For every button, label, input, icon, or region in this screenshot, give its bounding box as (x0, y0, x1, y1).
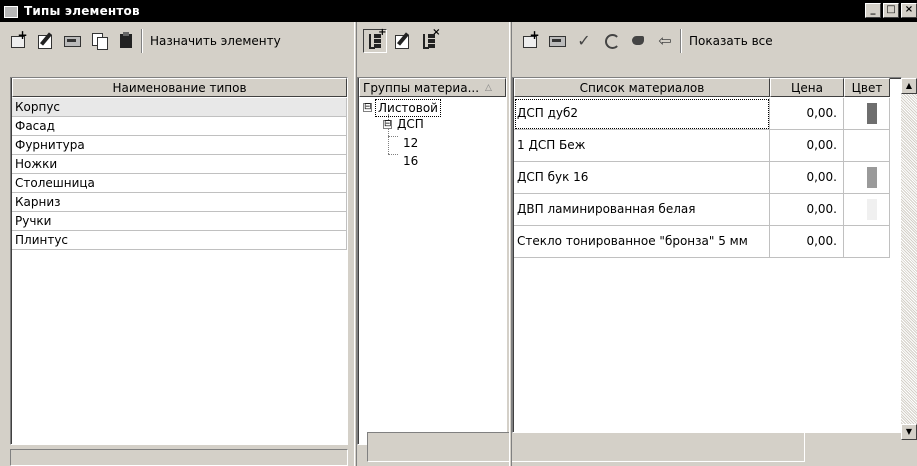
delete-tree-node-icon: × (421, 27, 441, 49)
type-row[interactable]: Плинтус (12, 231, 347, 250)
delete-icon (548, 32, 566, 49)
type-row[interactable]: Корпус (12, 98, 347, 117)
tree-node-16[interactable]: 16 (403, 153, 418, 169)
add-icon (522, 28, 540, 49)
scroll-down-button[interactable]: ▼ (901, 424, 917, 440)
tree-connector (388, 154, 398, 155)
types-status-bar (10, 449, 348, 466)
tree-node-dsp[interactable]: ДСП (395, 116, 426, 132)
material-color-cell[interactable] (844, 162, 890, 194)
material-price-cell[interactable]: 0,00. (770, 194, 844, 226)
tree-node-listovoy[interactable]: Листовой (375, 99, 441, 117)
materials-scrollbar[interactable]: ▲ ▼ (901, 78, 917, 440)
add-type-button[interactable] (6, 28, 30, 53)
copy-icon (91, 32, 108, 50)
types-pane: Назначить элементу Наименование типов Ко… (0, 22, 354, 466)
material-name-cell[interactable]: 1 ДСП Беж (514, 130, 770, 162)
tree-connector (388, 136, 398, 137)
material-name-cell[interactable]: ДСП дуб2 (514, 98, 770, 130)
groups-pane: + × Группы материа... △ ⊟ Листовой ⊟ ДСП… (357, 22, 805, 466)
paste-button[interactable] (114, 29, 138, 53)
materials-toolbar: ✓ ⇦ Показать все (514, 24, 781, 57)
type-row[interactable]: Фурнитура (12, 136, 347, 155)
type-row[interactable]: Фасад (12, 117, 347, 136)
types-column-header[interactable]: Наименование типов (12, 78, 347, 97)
collapse-icon[interactable]: ⊟ (363, 103, 372, 112)
type-row[interactable]: Ручки (12, 212, 347, 231)
hand-icon (630, 32, 647, 49)
close-button[interactable]: × (901, 3, 917, 18)
paste-icon (118, 32, 135, 49)
color-swatch (867, 103, 877, 124)
apply-button[interactable]: ✓ (572, 29, 596, 53)
type-row[interactable]: Столешница (12, 174, 347, 193)
types-list[interactable]: Наименование типов Корпус Фасад Фурнитура Н… (10, 77, 348, 445)
edit-group-button[interactable] (390, 29, 414, 53)
add-icon (10, 28, 28, 49)
material-color-cell[interactable] (844, 226, 890, 258)
material-name-cell[interactable]: Стекло тонированное "бронза" 5 мм (514, 226, 770, 258)
groups-column-label: Группы материа... (363, 80, 480, 95)
groups-tree[interactable]: Группы материа... △ ⊟ Листовой ⊟ ДСП 12 … (357, 77, 507, 445)
groups-column-header[interactable]: Группы материа... △ (359, 78, 506, 97)
delete-material-button[interactable] (545, 29, 569, 53)
arrow-left-icon: ⇦ (658, 31, 672, 50)
edit-icon (37, 32, 54, 49)
material-color-cell[interactable] (844, 98, 890, 130)
color-swatch (867, 167, 877, 188)
move-button[interactable] (626, 29, 650, 53)
edit-icon (394, 32, 411, 49)
scroll-up-button[interactable]: ▲ (901, 78, 917, 94)
delete-type-button[interactable] (60, 29, 84, 53)
show-all-button[interactable]: Показать все (680, 28, 781, 53)
material-color-cell[interactable] (844, 130, 890, 162)
add-tree-node-icon: + (367, 27, 387, 49)
types-toolbar: Назначить элементу (2, 24, 289, 57)
refresh-button[interactable] (599, 29, 623, 53)
add-material-button[interactable] (518, 28, 542, 53)
type-row[interactable]: Ножки (12, 155, 347, 174)
tree-node-12[interactable]: 12 (403, 135, 418, 151)
check-icon: ✓ (577, 31, 591, 50)
title-bar: Типы элементов _ □ × (0, 0, 917, 22)
type-row[interactable]: Карниз (12, 193, 347, 212)
assign-to-element-button[interactable]: Назначить элементу (141, 28, 289, 53)
collapse-icon[interactable]: ⊟ (383, 120, 392, 129)
material-price-cell[interactable]: 0,00. (770, 98, 844, 130)
groups-toolbar: + × (359, 24, 444, 57)
price-column-header[interactable]: Цена (770, 78, 844, 97)
materials-table[interactable]: Список материалов Цена Цвет ДСП дуб2 0,00… (512, 77, 902, 433)
maximize-button[interactable]: □ (883, 3, 899, 18)
sort-ascending-icon: △ (485, 82, 492, 93)
material-price-cell[interactable]: 0,00. (770, 130, 844, 162)
material-name-column-header[interactable]: Список материалов (514, 78, 770, 97)
material-price-cell[interactable]: 0,00. (770, 162, 844, 194)
material-price-cell[interactable]: 0,00. (770, 226, 844, 258)
edit-type-button[interactable] (33, 29, 57, 53)
delete-icon (63, 32, 81, 49)
refresh-icon (603, 32, 620, 49)
window-title: Типы элементов (24, 4, 140, 18)
delete-group-button[interactable]: × (417, 27, 441, 53)
app-icon (3, 4, 19, 18)
back-button[interactable]: ⇦ (653, 29, 677, 53)
add-group-button[interactable]: + (363, 27, 387, 53)
material-name-cell[interactable]: ДСП бук 16 (514, 162, 770, 194)
material-name-cell[interactable]: ДВП ламинированная белая (514, 194, 770, 226)
material-color-cell[interactable] (844, 194, 890, 226)
color-column-header[interactable]: Цвет (844, 78, 890, 97)
color-swatch (867, 199, 877, 220)
copy-button[interactable] (87, 29, 111, 53)
window-controls: _ □ × (865, 3, 917, 18)
materials-pane: ✓ ⇦ Показать все Список материалов Цена … (512, 22, 917, 466)
minimize-button[interactable]: _ (865, 3, 881, 18)
